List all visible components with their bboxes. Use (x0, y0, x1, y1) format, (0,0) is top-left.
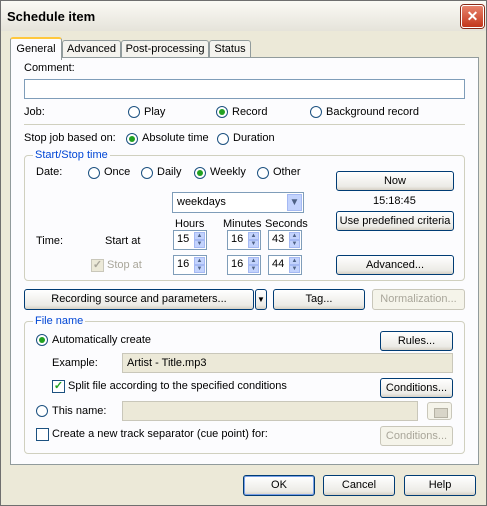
split-file-label: Split file according to the specified co… (68, 380, 287, 392)
time-label: Time: (36, 235, 64, 247)
folder-icon[interactable] (427, 402, 452, 420)
tab-general[interactable]: General (10, 37, 62, 60)
example-field: Artist - Title.mp3 (122, 353, 453, 373)
job-play-radio[interactable] (128, 106, 140, 118)
start-seconds-spinner[interactable]: 43 ▲ ▼ (268, 230, 302, 250)
start-at-label: Start at (105, 235, 141, 247)
duration-label: Duration (233, 132, 275, 144)
start-minutes-spinner[interactable]: 16 ▲ ▼ (227, 230, 261, 250)
help-button[interactable]: Help (404, 475, 476, 496)
tab-post-processing[interactable]: Post-processing (121, 40, 209, 58)
chevron-down-icon[interactable]: ▼ (287, 194, 302, 211)
title-bar: Schedule item ✕ (1, 1, 486, 31)
spin-down-icon[interactable]: ▼ (248, 265, 259, 273)
date-once-label: Once (104, 166, 131, 178)
close-icon[interactable]: ✕ (461, 5, 484, 28)
this-name-input[interactable] (122, 401, 418, 421)
schedule-item-dialog: Schedule item ✕ General Advanced Post-pr… (0, 0, 487, 506)
ok-button[interactable]: OK (243, 475, 315, 496)
this-name-radio[interactable] (36, 405, 48, 417)
track-separator-label: Create a new track separator (cue point)… (52, 428, 268, 440)
recording-source-button[interactable]: Recording source and parameters... (24, 289, 254, 310)
spin-up-icon[interactable]: ▲ (194, 257, 205, 265)
window-title: Schedule item (7, 9, 96, 24)
job-background-record-label: Background record (326, 106, 419, 118)
days-combo[interactable]: weekdays ▼ (172, 192, 304, 213)
stop-at-label: Stop at (107, 259, 142, 271)
spin-up-icon[interactable]: ▲ (194, 232, 205, 240)
minutes-header: Minutes (223, 218, 262, 230)
advanced-button[interactable]: Advanced... (336, 255, 454, 275)
stop-minutes-value: 16 (231, 258, 244, 270)
stop-seconds-spinner[interactable]: 44 ▲ ▼ (268, 255, 302, 275)
split-file-checkbox[interactable]: ✓ (52, 380, 65, 393)
this-name-label: This name: (52, 405, 107, 417)
date-weekly-label: Weekly (210, 166, 246, 178)
job-background-record-radio[interactable] (310, 106, 322, 118)
normalization-button[interactable]: Normalization... (372, 289, 465, 310)
date-label: Date: (36, 166, 63, 178)
start-seconds-value: 43 (272, 233, 285, 245)
conditions-button[interactable]: Conditions... (380, 378, 453, 398)
chevron-down-icon[interactable]: ▼ (255, 289, 267, 310)
date-weekly-radio[interactable] (194, 167, 206, 179)
start-stop-group-label: Start/Stop time (33, 149, 110, 161)
start-hours-value: 15 (177, 233, 190, 245)
date-daily-label: Daily (157, 166, 182, 178)
tab-advanced[interactable]: Advanced (62, 40, 121, 58)
tag-button[interactable]: Tag... (273, 289, 365, 310)
date-other-radio[interactable] (257, 167, 269, 179)
example-label: Example: (52, 357, 98, 369)
spin-down-icon[interactable]: ▼ (194, 265, 205, 273)
spin-up-icon[interactable]: ▲ (289, 257, 300, 265)
stop-job-label: Stop job based on: (24, 132, 116, 144)
job-play-label: Play (144, 106, 166, 118)
current-time: 15:18:45 (373, 195, 416, 207)
track-separator-checkbox[interactable] (36, 428, 49, 441)
spin-up-icon[interactable]: ▲ (289, 232, 300, 240)
date-other-label: Other (273, 166, 301, 178)
tab-status[interactable]: Status (209, 40, 251, 58)
job-record-radio[interactable] (216, 106, 228, 118)
absolute-time-radio[interactable] (126, 133, 138, 145)
general-panel: Comment: Job: Play Record Background rec… (10, 57, 479, 465)
comment-label: Comment: (24, 62, 75, 74)
auto-create-radio[interactable] (36, 334, 48, 346)
job-label: Job: (24, 106, 45, 118)
conditions-button-disabled[interactable]: Conditions... (380, 426, 453, 446)
seconds-header: Seconds (265, 218, 308, 230)
comment-input[interactable] (24, 79, 465, 99)
job-record-label: Record (232, 106, 268, 118)
start-hours-spinner[interactable]: 15 ▲ ▼ (173, 230, 207, 250)
stop-minutes-spinner[interactable]: 16 ▲ ▼ (227, 255, 261, 275)
stop-hours-spinner[interactable]: 16 ▲ ▼ (173, 255, 207, 275)
spin-down-icon[interactable]: ▼ (194, 240, 205, 248)
spin-down-icon[interactable]: ▼ (289, 240, 300, 248)
duration-radio[interactable] (217, 133, 229, 145)
auto-create-label: Automatically create (52, 334, 152, 346)
days-combo-value: weekdays (177, 196, 226, 208)
date-once-radio[interactable] (88, 167, 100, 179)
now-button[interactable]: Now (336, 171, 454, 191)
spin-down-icon[interactable]: ▼ (248, 240, 259, 248)
absolute-time-label: Absolute time (142, 132, 209, 144)
cancel-button[interactable]: Cancel (323, 475, 395, 496)
rules-button[interactable]: Rules... (380, 331, 453, 351)
spin-up-icon[interactable]: ▲ (248, 257, 259, 265)
date-daily-radio[interactable] (141, 167, 153, 179)
hours-header: Hours (175, 218, 205, 230)
divider (24, 124, 465, 125)
spin-down-icon[interactable]: ▼ (289, 265, 300, 273)
stop-hours-value: 16 (177, 258, 190, 270)
use-predefined-criteria-button[interactable]: Use predefined criteria (336, 211, 454, 231)
spin-up-icon[interactable]: ▲ (248, 232, 259, 240)
file-name-group-label: File name (33, 315, 86, 327)
start-minutes-value: 16 (231, 233, 244, 245)
example-value: Artist - Title.mp3 (127, 357, 207, 369)
stop-seconds-value: 44 (272, 258, 285, 270)
stop-at-checkbox[interactable]: ✓ (91, 259, 104, 272)
folder-icon-shape (434, 408, 448, 418)
